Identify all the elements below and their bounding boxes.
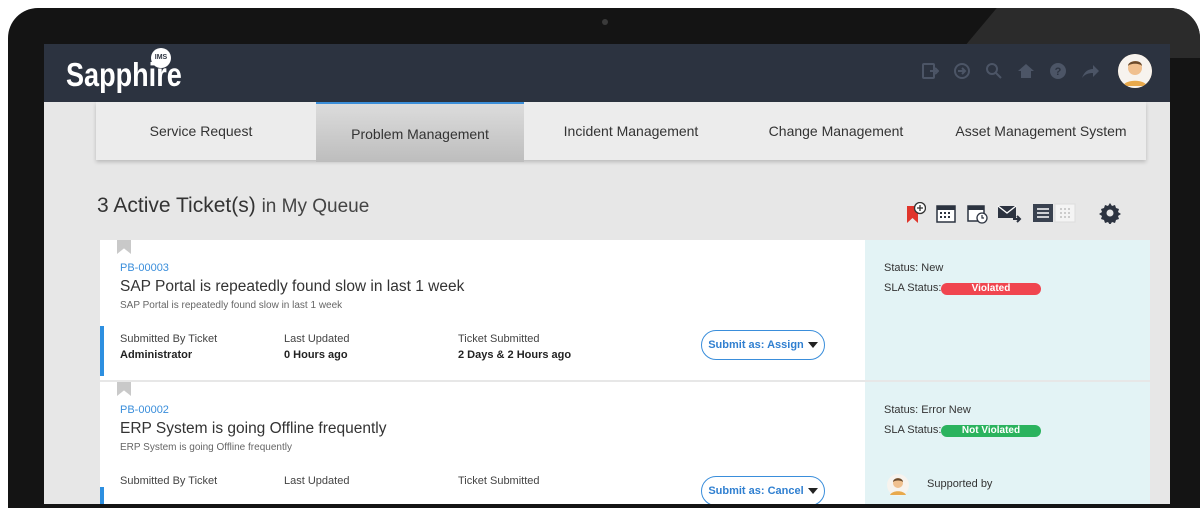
queue-count: 3 Active Ticket(s) (97, 194, 256, 217)
submit-as-dropdown[interactable]: Submit as: Assign (701, 330, 825, 360)
logo-badge: IMS (151, 48, 171, 68)
ticket-main: PB-00003 SAP Portal is repeatedly found … (100, 240, 865, 380)
ticket-status-panel: Status: Error New SLA Status: Not Violat… (865, 382, 1150, 504)
ticket-accent-bar (100, 487, 104, 504)
ticket-status: Status: Error New (884, 404, 971, 416)
tab-label: Problem Management (351, 126, 489, 142)
forward-icon[interactable] (1078, 59, 1102, 83)
queue-subtitle: in My Queue (261, 196, 370, 217)
caret-down-icon (807, 342, 818, 348)
queue-toolbar (904, 202, 1121, 224)
ticket-status-panel: Status: New SLA Status: Violated (865, 240, 1150, 380)
user-avatar[interactable] (1118, 54, 1152, 88)
home-icon[interactable] (1014, 59, 1038, 83)
grid-view-icon[interactable] (1054, 202, 1076, 224)
ticket-description: ERP System is going Offline frequently (120, 442, 292, 453)
submit-label: Submit as: Cancel (708, 485, 804, 497)
camera-dot (602, 19, 608, 25)
help-icon[interactable]: ? (1046, 59, 1070, 83)
ticket-id[interactable]: PB-00002 (120, 404, 169, 416)
submitted-by-label: Submitted By Ticket (120, 475, 218, 487)
bookmark-ribbon-icon[interactable] (117, 382, 131, 396)
ticket-status: Status: New (884, 262, 944, 274)
ticket-title[interactable]: SAP Portal is repeatedly found slow in l… (120, 278, 464, 296)
last-updated-value: 0 Hours ago (284, 349, 348, 361)
tab-incident-management[interactable]: Incident Management (526, 102, 736, 160)
queue-title: 3 Active Ticket(s) in My Queue (97, 194, 369, 218)
tab-label: Service Request (149, 123, 253, 139)
schedule-icon[interactable] (966, 202, 988, 224)
submit-as-dropdown[interactable]: Submit as: Cancel (701, 476, 825, 504)
supported-by-label: Supported by (927, 478, 993, 490)
module-tabs: Service Request Problem Management Incid… (96, 102, 1146, 162)
svg-text:?: ? (1055, 66, 1062, 78)
ticket-title[interactable]: ERP System is going Offline frequently (120, 420, 387, 438)
tab-service-request[interactable]: Service Request (96, 102, 306, 160)
sla-status-label: SLA Status: (884, 424, 942, 436)
ticket-main: PB-00002 ERP System is going Offline fre… (100, 382, 865, 504)
last-updated-label: Last Updated (284, 475, 350, 487)
tab-change-management[interactable]: Change Management (736, 102, 936, 160)
bookmark-ribbon-icon[interactable] (117, 240, 131, 254)
login-icon[interactable] (950, 59, 974, 83)
submitted-by-label: Submitted By Ticket (120, 333, 218, 345)
tab-problem-management[interactable]: Problem Management (316, 102, 524, 162)
sla-status-badge: Violated (941, 283, 1041, 295)
top-bar: Sapphire IMS ? (44, 44, 1170, 102)
ticket-card[interactable]: PB-00002 ERP System is going Offline fre… (100, 382, 1150, 504)
tab-label: Asset Management System (955, 123, 1127, 139)
device-frame: Sapphire IMS ? Service Request Problem M… (8, 8, 1200, 508)
ticket-description: SAP Portal is repeatedly found slow in l… (120, 300, 343, 311)
last-updated-label: Last Updated (284, 333, 350, 345)
ticket-card[interactable]: PB-00003 SAP Portal is repeatedly found … (100, 240, 1150, 380)
supporter-avatar (887, 474, 909, 496)
ticket-submitted-label: Ticket Submitted (458, 475, 540, 487)
sla-status-label: SLA Status: (884, 282, 942, 294)
sla-status-badge: Not Violated (941, 425, 1041, 437)
calendar-icon[interactable] (935, 202, 957, 224)
app-screen: Sapphire IMS ? Service Request Problem M… (44, 44, 1170, 504)
list-view-icon[interactable] (1032, 202, 1054, 224)
add-bookmark-icon[interactable] (904, 202, 926, 224)
mail-forward-icon[interactable] (997, 202, 1023, 224)
ticket-submitted-label: Ticket Submitted (458, 333, 540, 345)
submit-label: Submit as: Assign (708, 339, 804, 351)
logout-icon[interactable] (918, 59, 942, 83)
tab-label: Change Management (768, 123, 904, 139)
submitted-by-value: Administrator (120, 349, 193, 361)
tab-label: Incident Management (563, 123, 699, 139)
caret-down-icon (807, 488, 818, 494)
ticket-accent-bar (100, 326, 104, 376)
ticket-id[interactable]: PB-00003 (120, 262, 169, 274)
top-icon-group: ? (918, 54, 1152, 88)
ticket-submitted-value: 2 Days & 2 Hours ago (458, 349, 572, 361)
search-icon[interactable] (982, 59, 1006, 83)
settings-icon[interactable] (1099, 202, 1121, 224)
tab-asset-management-system[interactable]: Asset Management System (936, 102, 1146, 160)
